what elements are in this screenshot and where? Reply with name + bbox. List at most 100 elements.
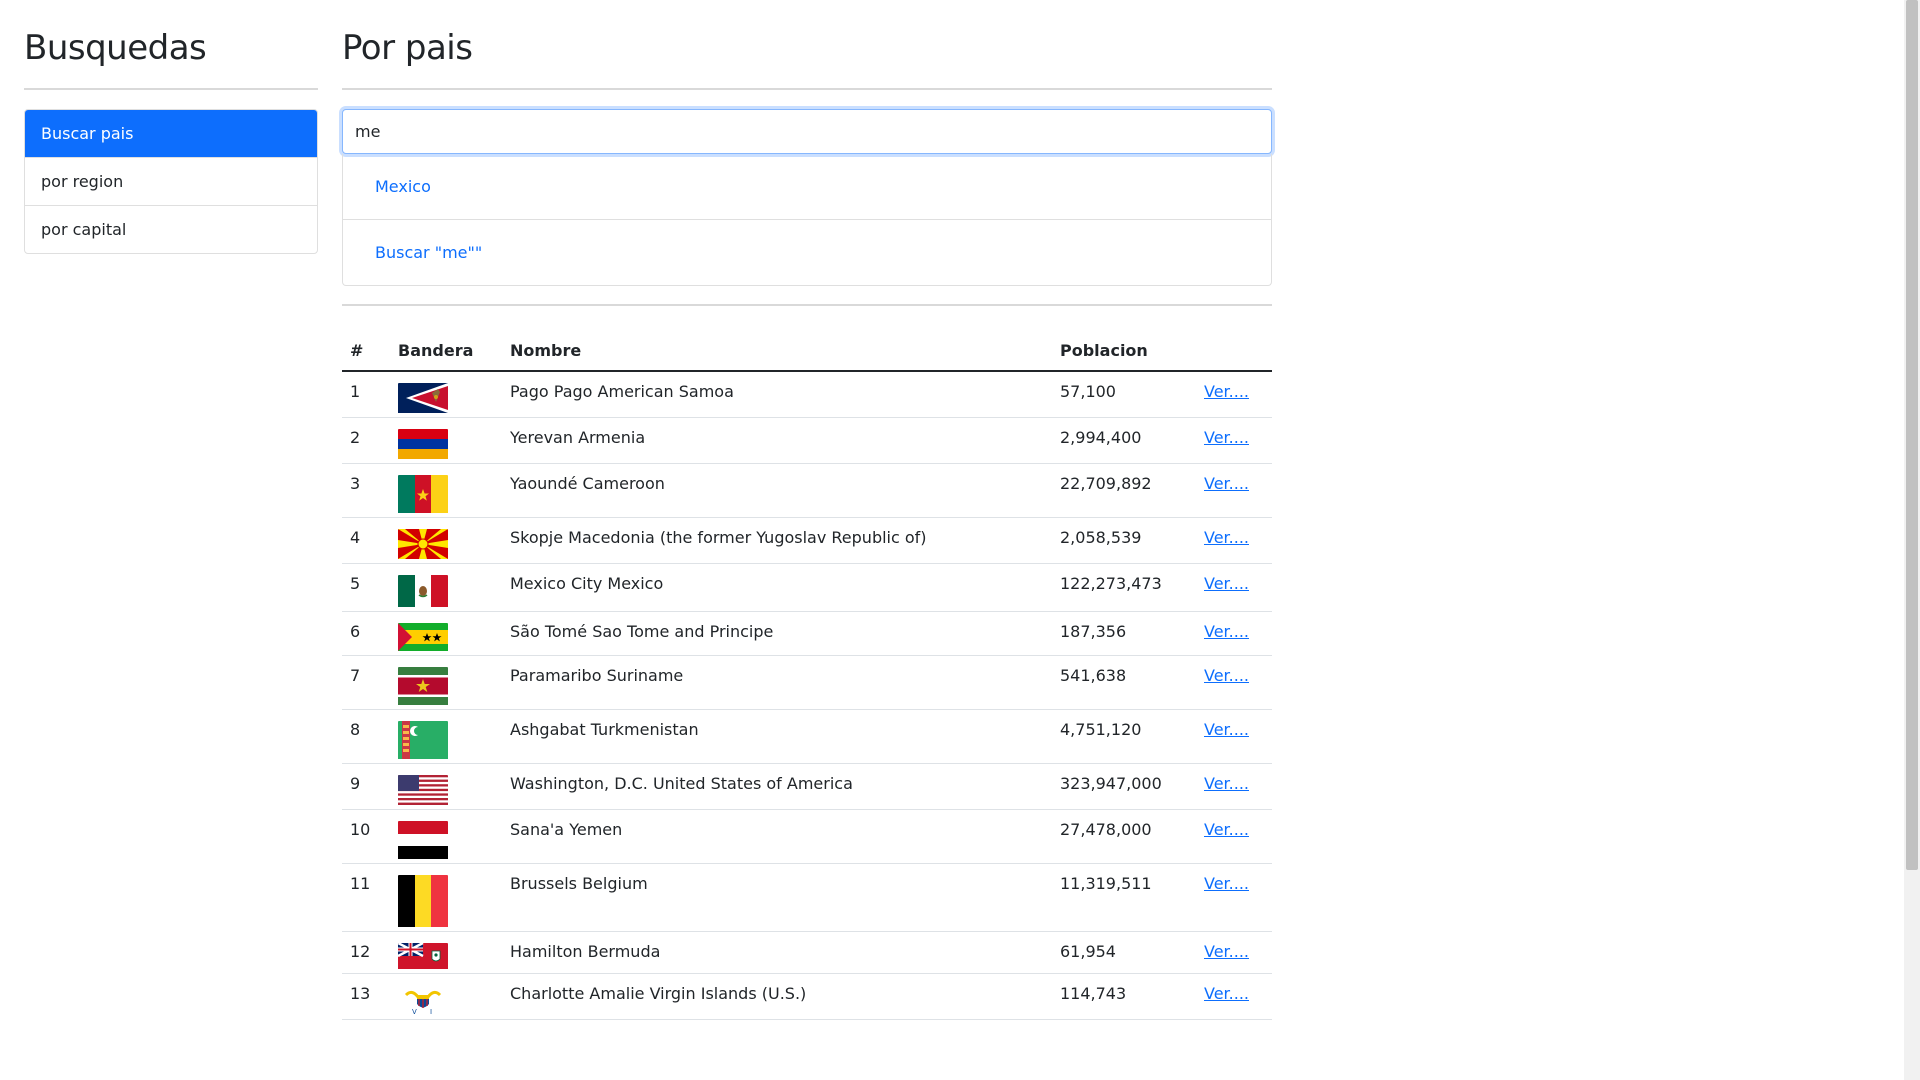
search-type-menu: Buscar pais por region por capital bbox=[24, 109, 318, 254]
flag-cell bbox=[390, 563, 502, 612]
country-name: Charlotte Amalie Virgin Islands (U.S.) bbox=[502, 973, 1052, 1020]
cameroon-flag-icon bbox=[398, 475, 448, 517]
row-index: 4 bbox=[342, 517, 390, 564]
flag-cell bbox=[390, 517, 502, 564]
population: 22,709,892 bbox=[1052, 463, 1196, 518]
actions-cell: Ver.... bbox=[1196, 973, 1272, 1020]
actions-cell: Ver.... bbox=[1196, 611, 1272, 656]
macedonia-flag-icon bbox=[398, 529, 448, 563]
country-name: Sana'a Yemen bbox=[502, 809, 1052, 864]
ver-link[interactable]: Ver.... bbox=[1204, 942, 1249, 961]
ver-link[interactable]: Ver.... bbox=[1204, 382, 1249, 401]
menu-item-buscar-pais[interactable]: Buscar pais bbox=[25, 110, 317, 157]
actions-cell: Ver.... bbox=[1196, 517, 1272, 564]
flag-cell: VI bbox=[390, 973, 502, 1020]
country-name: Pago Pago American Samoa bbox=[502, 371, 1052, 418]
table-row: 9 Washington, D.C. United States of Ameri… bbox=[342, 763, 1272, 810]
table-row: 2 Yerevan Armenia 2,994,400 Ver.... bbox=[342, 417, 1272, 464]
actions-cell: Ver.... bbox=[1196, 709, 1272, 764]
flag-cell bbox=[390, 463, 502, 518]
svg-text:I: I bbox=[430, 1008, 432, 1015]
actions-cell: Ver.... bbox=[1196, 463, 1272, 518]
ver-link[interactable]: Ver.... bbox=[1204, 574, 1249, 593]
ver-link[interactable]: Ver.... bbox=[1204, 474, 1249, 493]
ver-link[interactable]: Ver.... bbox=[1204, 820, 1249, 839]
country-name: Washington, D.C. United States of Americ… bbox=[502, 763, 1052, 810]
population: 27,478,000 bbox=[1052, 809, 1196, 864]
virgin-islands-us-flag-icon: VI bbox=[398, 985, 448, 1019]
main-content: Por pais Mexico Buscar "me"" # Bandera N… bbox=[342, 0, 1272, 1020]
population: 2,058,539 bbox=[1052, 517, 1196, 564]
ver-link[interactable]: Ver.... bbox=[1204, 984, 1249, 1003]
table-row: 12 Hamilton Bermuda 61,954 Ver.... bbox=[342, 931, 1272, 974]
country-name: Hamilton Bermuda bbox=[502, 931, 1052, 974]
ver-link[interactable]: Ver.... bbox=[1204, 874, 1249, 893]
row-index: 13 bbox=[342, 973, 390, 1020]
armenia-flag-icon bbox=[398, 429, 448, 463]
table-row: 7 Paramaribo Suriname 541,638 Ver.... bbox=[342, 655, 1272, 710]
bermuda-flag-icon bbox=[398, 943, 448, 973]
row-index: 7 bbox=[342, 655, 390, 710]
suggestion-search-term[interactable]: Buscar "me"" bbox=[343, 219, 1271, 285]
flag-cell bbox=[390, 931, 502, 974]
flag-cell bbox=[390, 709, 502, 764]
population: 2,994,400 bbox=[1052, 417, 1196, 464]
country-name: Ashgabat Turkmenistan bbox=[502, 709, 1052, 764]
sao-tome-flag-icon bbox=[398, 623, 448, 655]
ver-link[interactable]: Ver.... bbox=[1204, 622, 1249, 641]
table-row: 6 São Tomé Sao Tome and Principe 187,356 Ve… bbox=[342, 611, 1272, 656]
ver-link[interactable]: Ver.... bbox=[1204, 528, 1249, 547]
page-title: Por pais bbox=[342, 28, 473, 68]
row-index: 1 bbox=[342, 371, 390, 418]
ver-link[interactable]: Ver.... bbox=[1204, 720, 1249, 739]
ver-link[interactable]: Ver.... bbox=[1204, 428, 1249, 447]
flag-cell bbox=[390, 611, 502, 656]
population: 114,743 bbox=[1052, 973, 1196, 1020]
population: 187,356 bbox=[1052, 611, 1196, 656]
country-name: Mexico City Mexico bbox=[502, 563, 1052, 612]
table-row: 11 Brussels Belgium 11,319,511 Ver.... bbox=[342, 863, 1272, 932]
menu-item-por-region[interactable]: por region bbox=[25, 157, 317, 205]
header-flag: Bandera bbox=[390, 330, 502, 372]
row-index: 11 bbox=[342, 863, 390, 932]
american-samoa-flag-icon bbox=[398, 383, 448, 417]
table-header-row: # Bandera Nombre Poblacion bbox=[342, 330, 1272, 372]
row-index: 3 bbox=[342, 463, 390, 518]
scrollbar[interactable] bbox=[1904, 0, 1920, 1080]
country-name: Skopje Macedonia (the former Yugoslav Re… bbox=[502, 517, 1052, 564]
suggestion-item[interactable]: Mexico bbox=[343, 154, 1271, 219]
divider bbox=[342, 88, 1272, 90]
population: 122,273,473 bbox=[1052, 563, 1196, 612]
sidebar: Busquedas Buscar pais por region por cap… bbox=[24, 0, 318, 254]
ver-link[interactable]: Ver.... bbox=[1204, 666, 1249, 685]
row-index: 9 bbox=[342, 763, 390, 810]
menu-item-por-capital[interactable]: por capital bbox=[25, 205, 317, 253]
ver-link[interactable]: Ver.... bbox=[1204, 774, 1249, 793]
population: 61,954 bbox=[1052, 931, 1196, 974]
row-index: 6 bbox=[342, 611, 390, 656]
population: 541,638 bbox=[1052, 655, 1196, 710]
country-name: São Tomé Sao Tome and Principe bbox=[502, 611, 1052, 656]
country-name: Yerevan Armenia bbox=[502, 417, 1052, 464]
row-index: 8 bbox=[342, 709, 390, 764]
divider bbox=[24, 88, 318, 90]
actions-cell: Ver.... bbox=[1196, 863, 1272, 932]
actions-cell: Ver.... bbox=[1196, 809, 1272, 864]
table-row: 10 Sana'a Yemen 27,478,000 Ver.... bbox=[342, 809, 1272, 864]
table-row: 3 Yaoundé Cameroon 22,709,892 Ver.... bbox=[342, 463, 1272, 518]
turkmenistan-flag-icon bbox=[398, 721, 448, 763]
search-input[interactable] bbox=[342, 109, 1272, 154]
flag-cell bbox=[390, 809, 502, 864]
row-index: 5 bbox=[342, 563, 390, 612]
yemen-flag-icon bbox=[398, 821, 448, 863]
suggestions-dropdown: Mexico Buscar "me"" bbox=[342, 154, 1272, 286]
table-row: 13 V I Charlotte Amalie Virgin Islands (U.S… bbox=[342, 973, 1272, 1020]
svg-text:V: V bbox=[412, 1008, 417, 1015]
belgium-flag-icon bbox=[398, 875, 448, 931]
usa-flag-icon bbox=[398, 775, 448, 809]
actions-cell: Ver.... bbox=[1196, 417, 1272, 464]
sidebar-title: Busquedas bbox=[24, 28, 207, 68]
country-name: Paramaribo Suriname bbox=[502, 655, 1052, 710]
table-row: 4 Skopje Macedonia (the former Yugoslav R… bbox=[342, 517, 1272, 564]
scrollbar-thumb[interactable] bbox=[1906, 0, 1918, 870]
